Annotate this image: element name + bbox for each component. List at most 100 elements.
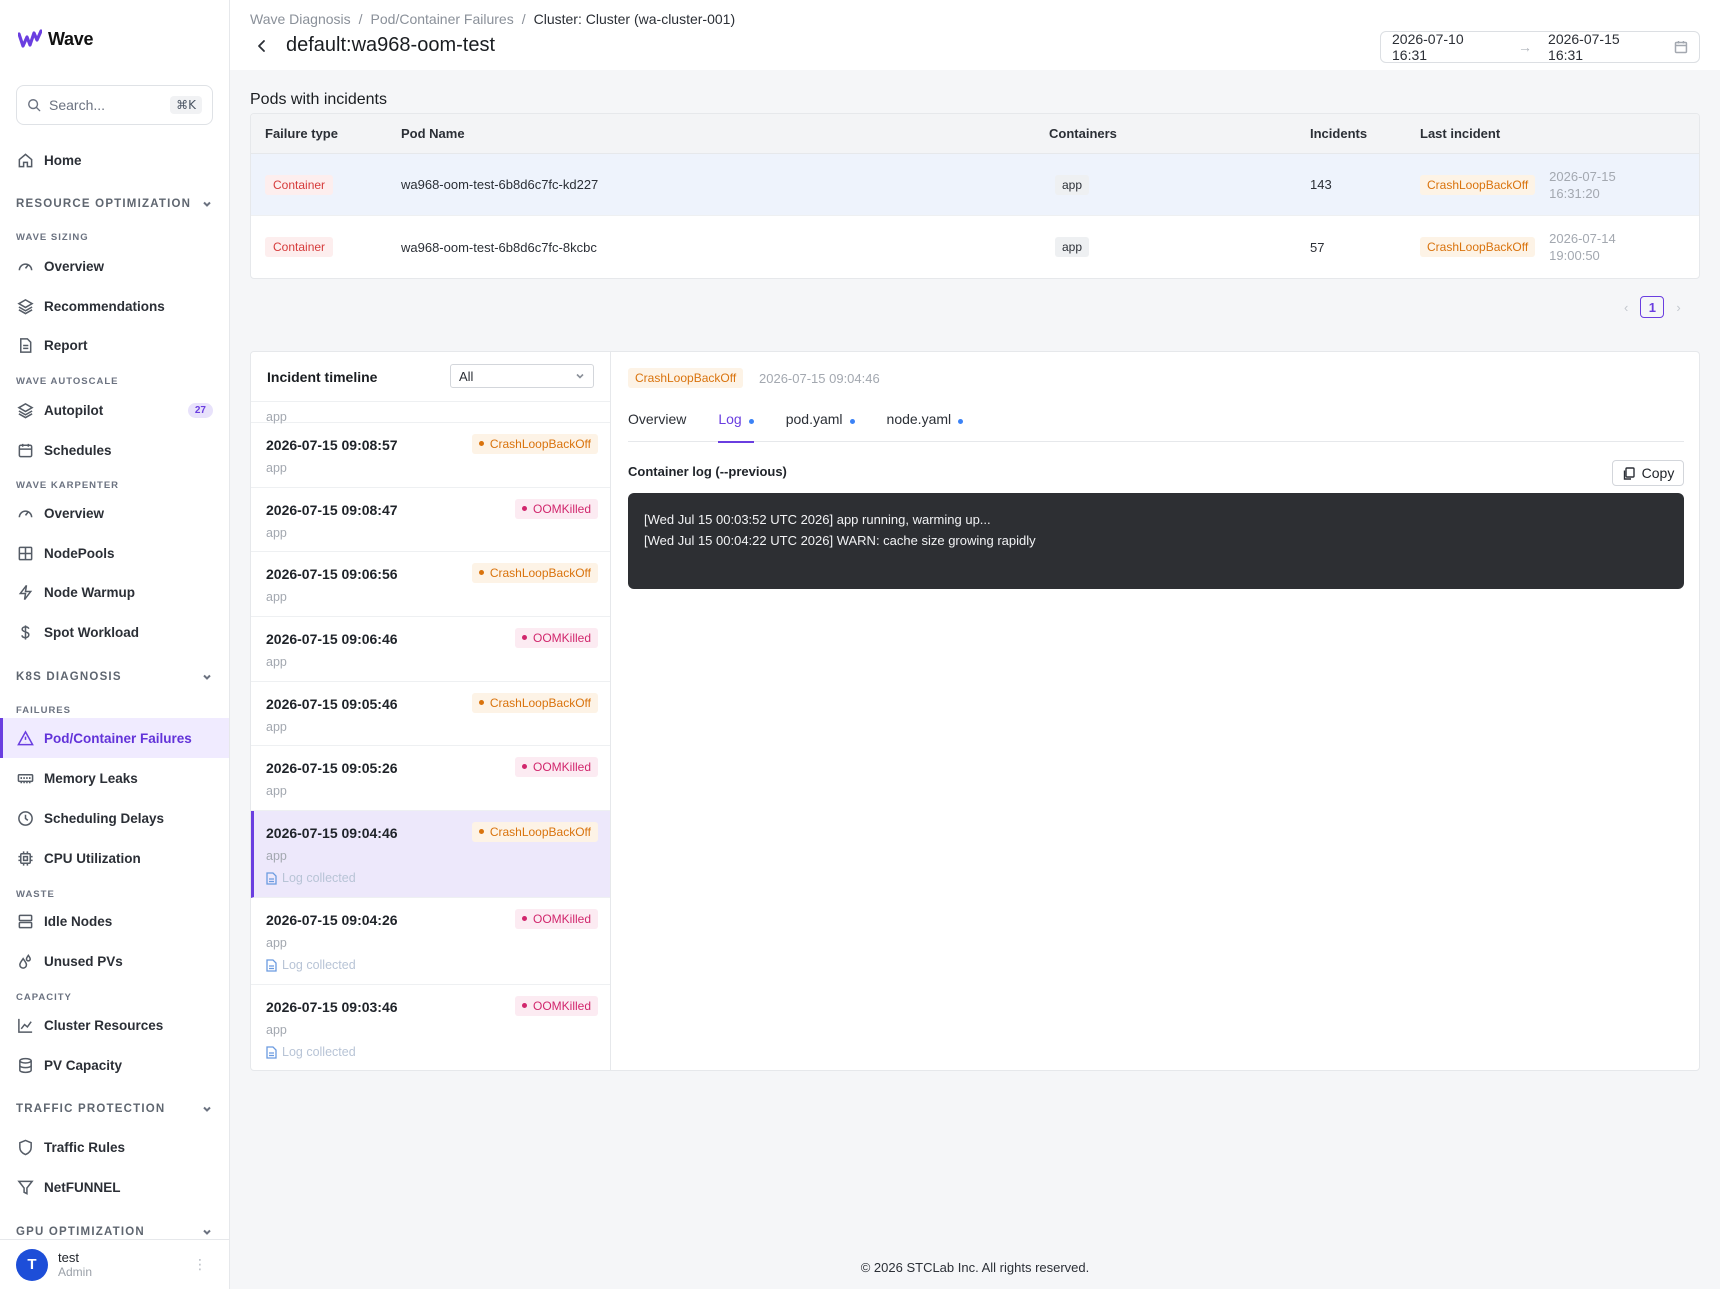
container-log-output[interactable]: [Wed Jul 15 00:03:52 UTC 2026] app runni… bbox=[628, 493, 1684, 589]
warning-icon bbox=[17, 729, 34, 745]
chevron-down-icon bbox=[203, 1106, 211, 1112]
reason-label: OOMKilled bbox=[532, 999, 591, 1013]
breadcrumb-cluster: Cluster: Cluster (wa-cluster-001) bbox=[533, 11, 736, 27]
table-row[interactable]: Container wa968-oom-test-6b8d6c7fc-8kcbc… bbox=[251, 216, 1699, 278]
sidebar-item-spot-workload[interactable]: Spot Workload bbox=[0, 612, 229, 652]
copy-button[interactable]: Copy bbox=[1612, 460, 1684, 486]
subsection-wave-karpenter: WAVE KARPENTER bbox=[16, 480, 120, 491]
date-range-picker[interactable]: 2026-07-10 16:31 → 2026-07-15 16:31 bbox=[1380, 31, 1700, 63]
last-incident-clock: 16:31:20 bbox=[1549, 185, 1600, 201]
timeline-item[interactable]: 2026-07-15 09:04:26 app OOMKilled Log co… bbox=[251, 898, 610, 985]
incident-timeline: Incident timeline All app 2026-07-15 09:… bbox=[251, 352, 611, 1070]
last-incident-date: 2026-07-14 bbox=[1549, 231, 1616, 246]
brand-logo[interactable]: Wave bbox=[18, 28, 93, 50]
pager-page-1[interactable]: 1 bbox=[1640, 296, 1665, 318]
sidebar-item-schedules[interactable]: Schedules bbox=[0, 430, 229, 470]
timeline-item[interactable]: 2026-07-15 09:08:47 app OOMKilled bbox=[251, 488, 610, 552]
pager-prev[interactable]: ‹ bbox=[1624, 300, 1628, 315]
user-role: Admin bbox=[58, 1265, 93, 1279]
sidebar-item-traffic-rules[interactable]: Traffic Rules bbox=[0, 1127, 229, 1167]
search-input[interactable]: Search... ⌘K bbox=[16, 85, 213, 125]
wave-logo-icon bbox=[18, 29, 42, 48]
database-icon bbox=[19, 1057, 32, 1073]
sidebar-item-idle-nodes[interactable]: Idle Nodes bbox=[0, 901, 229, 941]
status-dot bbox=[478, 441, 484, 447]
sidebar-item-report[interactable]: Report bbox=[0, 325, 229, 365]
timeline-item-container: app bbox=[266, 720, 287, 734]
sidebar-item-label: Home bbox=[44, 152, 82, 168]
sidebar-item-unused-pvs[interactable]: Unused PVs bbox=[0, 941, 229, 981]
tab-node-yaml[interactable]: node.yaml bbox=[887, 407, 964, 442]
sidebar-item-node-warmup[interactable]: Node Warmup bbox=[0, 572, 229, 612]
timeline-item-container: app bbox=[266, 849, 287, 863]
search-shortcut: ⌘K bbox=[170, 96, 202, 114]
document-icon bbox=[20, 337, 32, 353]
sidebar-item-label: PV Capacity bbox=[44, 1057, 123, 1073]
sidebar-item-label: Overview bbox=[44, 258, 105, 274]
more-vertical-icon[interactable]: ⋮ bbox=[193, 1256, 207, 1273]
sidebar-item-label: Report bbox=[44, 337, 88, 353]
timeline-item-time: 2026-07-15 09:06:46 bbox=[266, 631, 398, 647]
reason-label: OOMKilled bbox=[532, 760, 591, 774]
clock-icon bbox=[18, 810, 33, 826]
timeline-item-selected[interactable]: 2026-07-15 09:04:46 app CrashLoopBackOff… bbox=[251, 811, 610, 898]
sidebar-item-label: Autopilot bbox=[44, 402, 104, 418]
column-last-incident: Last incident bbox=[1420, 126, 1501, 141]
table-row[interactable]: Container wa968-oom-test-6b8d6c7fc-kd227… bbox=[251, 154, 1699, 216]
status-dot bbox=[478, 570, 484, 576]
sidebar-item-sizing-overview[interactable]: Overview bbox=[0, 246, 229, 286]
section-k8s-diagnosis[interactable]: K8S DIAGNOSIS bbox=[16, 671, 213, 683]
sidebar-item-pod-container-failures[interactable]: Pod/Container Failures bbox=[0, 718, 229, 758]
layers-icon bbox=[17, 298, 34, 314]
sidebar-item-nodepools[interactable]: NodePools bbox=[0, 533, 229, 573]
tab-indicator-dot bbox=[748, 419, 754, 424]
sidebar-item-cluster-resources[interactable]: Cluster Resources bbox=[0, 1005, 229, 1045]
back-arrow-icon[interactable] bbox=[254, 36, 270, 56]
timeline-item[interactable]: 2026-07-15 09:06:46 app OOMKilled bbox=[251, 617, 610, 682]
status-dot bbox=[521, 506, 527, 512]
section-resource-optimization[interactable]: RESOURCE OPTIMIZATION bbox=[16, 198, 213, 210]
pager-next[interactable]: › bbox=[1676, 300, 1680, 315]
tab-overview[interactable]: Overview bbox=[628, 407, 686, 442]
timeline-item[interactable]: 2026-07-15 09:08:57 app CrashLoopBackOff bbox=[251, 423, 610, 488]
timeline-header: Incident timeline All bbox=[251, 352, 610, 402]
timeline-filter-select[interactable]: All bbox=[450, 364, 594, 388]
sidebar-item-autopilot[interactable]: Autopilot 27 bbox=[0, 390, 229, 430]
timeline-item[interactable]: app bbox=[251, 402, 610, 424]
sidebar-item-home[interactable]: Home bbox=[0, 140, 229, 180]
section-traffic-protection[interactable]: TRAFFIC PROTECTION bbox=[16, 1103, 213, 1115]
reason-label: CrashLoopBackOff bbox=[489, 566, 591, 580]
status-dot bbox=[478, 829, 484, 835]
tab-log[interactable]: Log bbox=[718, 407, 755, 443]
sidebar-item-netfunnel[interactable]: NetFUNNEL bbox=[0, 1167, 229, 1207]
sidebar-item-cpu-utilization[interactable]: CPU Utilization bbox=[0, 838, 229, 878]
timeline-item[interactable]: 2026-07-15 09:05:46 app CrashLoopBackOff bbox=[251, 682, 610, 746]
user-profile[interactable]: T test Admin ⋮ bbox=[0, 1239, 229, 1289]
date-to: 2026-07-15 16:31 bbox=[1548, 31, 1620, 63]
timeline-list: app 2026-07-15 09:08:57 app CrashLoopBac… bbox=[251, 402, 610, 1070]
timeline-item-container: app bbox=[266, 936, 287, 950]
date-from: 2026-07-10 16:31 bbox=[1392, 31, 1464, 63]
log-collected-indicator: Log collected bbox=[266, 871, 356, 885]
page-title: default:wa968-oom-test bbox=[286, 34, 496, 56]
sidebar-item-recommendations[interactable]: Recommendations bbox=[0, 286, 229, 326]
timeline-item[interactable]: 2026-07-15 09:05:26 app OOMKilled bbox=[251, 746, 610, 811]
breadcrumb-pod-container-failures[interactable]: Pod/Container Failures bbox=[371, 11, 514, 27]
sidebar-item-scheduling-delays[interactable]: Scheduling Delays bbox=[0, 798, 229, 838]
tab-label: node.yaml bbox=[886, 411, 952, 427]
tab-pod-yaml[interactable]: pod.yaml bbox=[786, 407, 855, 442]
section-gpu-optimization[interactable]: GPU OPTIMIZATION bbox=[16, 1226, 213, 1238]
timeline-item[interactable]: 2026-07-15 09:03:46 app OOMKilled Log co… bbox=[251, 985, 610, 1070]
tab-indicator-dot bbox=[849, 419, 855, 424]
breadcrumb-wave-diagnosis[interactable]: Wave Diagnosis bbox=[250, 11, 351, 27]
sidebar-item-label: Cluster Resources bbox=[44, 1017, 164, 1033]
sidebar-item-label: Recommendations bbox=[44, 298, 165, 314]
copy-label: Copy bbox=[1641, 465, 1675, 481]
sidebar-item-memory-leaks[interactable]: Memory Leaks bbox=[0, 758, 229, 798]
sidebar-item-karpenter-overview[interactable]: Overview bbox=[0, 493, 229, 533]
timeline-item[interactable]: 2026-07-15 09:06:56 app CrashLoopBackOff bbox=[251, 552, 610, 617]
last-incident-time: 2026-07-14 19:00:50 bbox=[1549, 230, 1616, 264]
column-containers: Containers bbox=[1049, 126, 1117, 141]
sidebar-item-pv-capacity[interactable]: PV Capacity bbox=[0, 1045, 229, 1085]
reason-label: OOMKilled bbox=[532, 631, 591, 645]
